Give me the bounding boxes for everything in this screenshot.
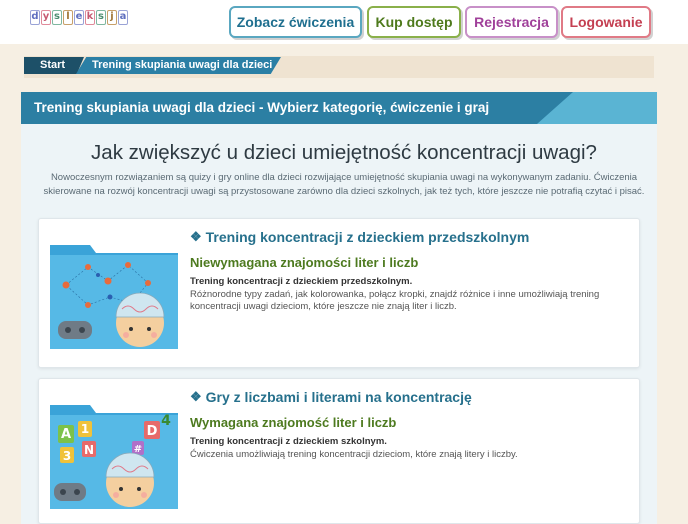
page-title-banner: Trening skupiania uwagi dla dzieci - Wyb… bbox=[21, 92, 657, 124]
nav-login-button[interactable]: Logowanie bbox=[561, 6, 651, 38]
logo-letter: l bbox=[63, 10, 73, 25]
logo-letter: k bbox=[85, 10, 95, 25]
thumb-letter: 4 bbox=[161, 413, 171, 429]
card-title-text: Trening koncentracji z dzieckiem przedsz… bbox=[205, 229, 530, 245]
logo-letter: j bbox=[107, 10, 117, 25]
page-title: Trening skupiania uwagi dla dzieci - Wyb… bbox=[34, 100, 490, 115]
logo-letter: s bbox=[52, 10, 62, 25]
thumb-letter: 1 bbox=[81, 422, 89, 436]
cubes-icon: ❖ bbox=[190, 229, 202, 244]
cubes-icon: ❖ bbox=[190, 389, 202, 404]
card-title-text: Gry z liczbami i literami na koncentracj… bbox=[205, 389, 472, 405]
breadcrumb-start-link[interactable]: Start bbox=[24, 57, 84, 74]
card-lead: Trening koncentracji z dzieckiem przedsz… bbox=[190, 276, 413, 287]
card-lead: Trening koncentracji z dzieckiem szkolny… bbox=[190, 436, 387, 447]
logo-letter: y bbox=[41, 10, 51, 25]
logo-letter: a bbox=[118, 10, 128, 25]
thumb-letter: D bbox=[147, 424, 158, 439]
card-subtitle: Niewymagana znajomości liter i liczb bbox=[190, 255, 419, 270]
school-folder-illustration: A 1 D 4 N 3 # bbox=[50, 405, 178, 509]
category-card-preschool[interactable]: ❖ Trening koncentracji z dzieckiem przed… bbox=[38, 218, 640, 368]
preschool-folder-illustration bbox=[50, 245, 178, 349]
section-heading: Jak zwiększyć u dzieci umiejętność konce… bbox=[91, 141, 597, 164]
card-title[interactable]: ❖ Gry z liczbami i literami na koncentra… bbox=[190, 389, 472, 405]
intro-text: Nowoczesnym rozwiązaniem są quizy i gry … bbox=[43, 172, 645, 197]
logo[interactable]: d y s l e k s j a bbox=[30, 10, 128, 25]
nav-exercises-button[interactable]: Zobacz ćwiczenia bbox=[229, 6, 362, 38]
nav-buy-button[interactable]: Kup dostęp bbox=[367, 6, 461, 38]
thumb-letter: A bbox=[61, 427, 71, 442]
logo-letter: e bbox=[74, 10, 84, 25]
category-card-school[interactable]: A 1 D 4 N 3 # ❖ Gry z liczbami i literam… bbox=[38, 378, 640, 524]
card-description: Ćwiczenia umożliwiają trening koncentrac… bbox=[190, 449, 518, 460]
card-subtitle: Wymagana znajomość liter i liczb bbox=[190, 415, 397, 430]
thumb-letter: 3 bbox=[63, 449, 71, 463]
logo-letter: s bbox=[96, 10, 106, 25]
card-description: Różnorodne typy zadań, jak kolorowanka, … bbox=[190, 289, 600, 312]
thumb-letter: N bbox=[84, 443, 94, 457]
card-title[interactable]: ❖ Trening koncentracji z dzieckiem przed… bbox=[190, 229, 529, 245]
logo-letter: d bbox=[30, 10, 40, 25]
site-header: d y s l e k s j a Zobacz ćwiczenia Kup d… bbox=[0, 0, 688, 44]
breadcrumb-current: Trening skupiania uwagi dla dzieci bbox=[76, 57, 281, 74]
nav-register-button[interactable]: Rejestracja bbox=[465, 6, 558, 38]
